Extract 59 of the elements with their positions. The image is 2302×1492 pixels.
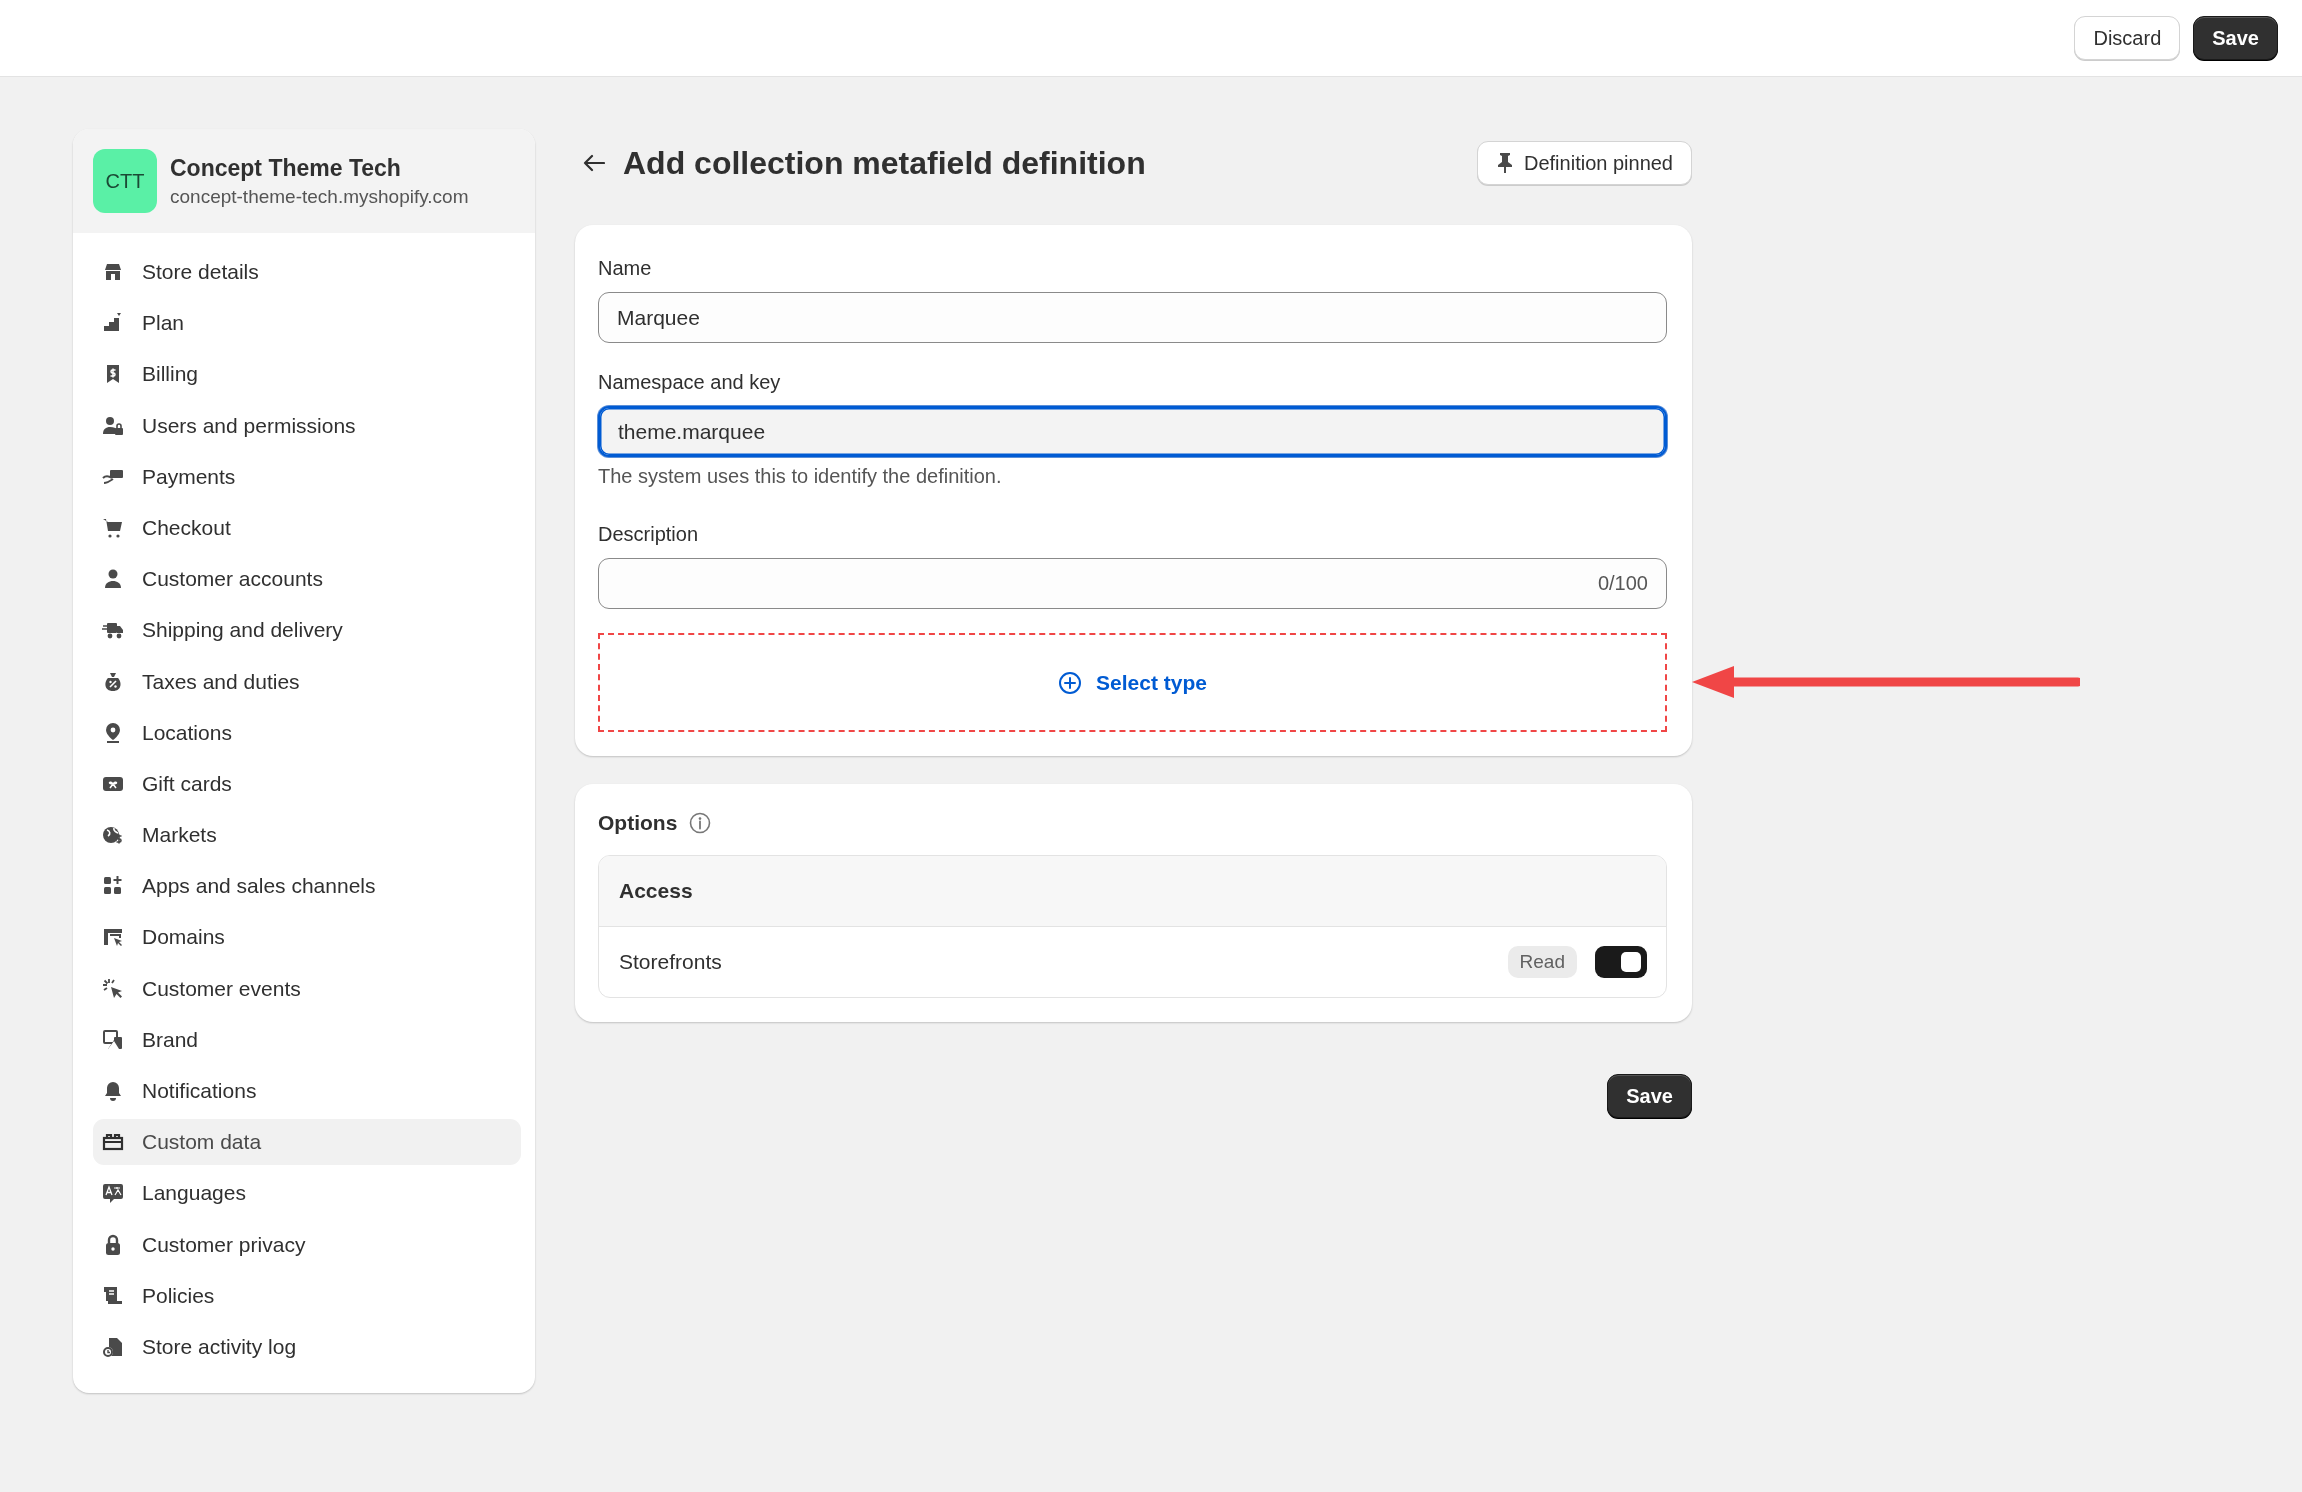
sidebar-item[interactable]: Payments	[93, 453, 521, 500]
sidebar-item[interactable]: Store details	[93, 249, 521, 295]
field-label: Description	[598, 523, 700, 546]
sidebar-item[interactable]: Plan	[93, 300, 521, 347]
store-domain: concept-theme-tech.myshopify.com	[170, 185, 469, 208]
image-icon	[102, 1028, 124, 1051]
browser-cursor-icon	[102, 926, 124, 949]
sidebar-item[interactable]: Shipping and delivery	[93, 607, 521, 654]
user-lock-icon	[102, 414, 124, 437]
translate-icon	[102, 1182, 124, 1205]
sidebar-item[interactable]: Apps and sales channels	[93, 863, 521, 910]
cart-icon	[102, 516, 124, 539]
person-icon	[102, 568, 124, 591]
pushpin-icon	[1496, 152, 1514, 174]
sidebar-item[interactable]: Brand	[93, 1016, 521, 1063]
field-label: Namespace and key	[598, 371, 782, 394]
sidebar-item[interactable]: Markets	[93, 812, 521, 859]
cursor-click-icon	[102, 977, 124, 1000]
text-field[interactable]: Marquee	[598, 292, 1667, 343]
discard-button[interactable]: Discard	[2074, 16, 2181, 60]
sidebar-item[interactable]: Customer accounts	[93, 556, 521, 603]
help-text: The system uses this to identify the definition.	[598, 465, 1003, 488]
save-button[interactable]: Save	[2193, 16, 2278, 60]
page-title: Add collection metafield definition	[623, 144, 1147, 182]
globe-dollar-icon	[102, 824, 124, 847]
store-name: Concept Theme Tech	[170, 154, 402, 182]
sidebar-item[interactable]: Users and permissions	[93, 402, 521, 449]
options-heading: Options	[598, 811, 678, 835]
store-icon	[102, 261, 124, 283]
field-label: Name	[598, 257, 653, 280]
access-label: Storefronts	[619, 950, 722, 974]
sidebar-item[interactable]: Checkout	[93, 504, 521, 551]
toggle-switch[interactable]	[1595, 946, 1647, 978]
text-field[interactable]: theme.marquee	[598, 406, 1667, 457]
sidebar-item[interactable]: Taxes and duties	[93, 658, 521, 705]
bell-icon	[102, 1080, 124, 1102]
sidebar-item[interactable]: Notifications	[93, 1068, 521, 1114]
access-badge: Read	[1507, 946, 1577, 978]
store-avatar: CTT	[93, 149, 157, 213]
sidebar-item[interactable]: Domains	[93, 914, 521, 961]
sidebar-item[interactable]: Languages	[93, 1170, 521, 1217]
select-type-button[interactable]: Select type	[1052, 669, 1213, 696]
sidebar-item[interactable]: Locations	[93, 709, 521, 756]
sidebar-item[interactable]: Store activity log	[93, 1323, 521, 1370]
info-icon[interactable]	[689, 812, 712, 834]
access-heading: Access	[619, 879, 693, 903]
scroll-icon	[102, 1284, 124, 1307]
document-clock-icon	[102, 1335, 124, 1358]
save-button[interactable]: Save	[1607, 1074, 1692, 1118]
sidebar-item[interactable]: Policies	[93, 1272, 521, 1319]
text-field[interactable]: 0/100	[598, 558, 1667, 609]
sidebar-item[interactable]: Custom data	[93, 1119, 521, 1166]
definition-pinned-button[interactable]: Definition pinned	[1477, 141, 1692, 185]
sidebar-item[interactable]: Billing	[93, 351, 521, 398]
plus-circle-icon	[1058, 670, 1083, 695]
sidebar-item[interactable]: Gift cards	[93, 760, 521, 807]
sidebar-item[interactable]: Customer privacy	[93, 1221, 521, 1268]
character-counter: 0/100	[1597, 572, 1648, 595]
sidebar-item[interactable]: Customer events	[93, 965, 521, 1012]
